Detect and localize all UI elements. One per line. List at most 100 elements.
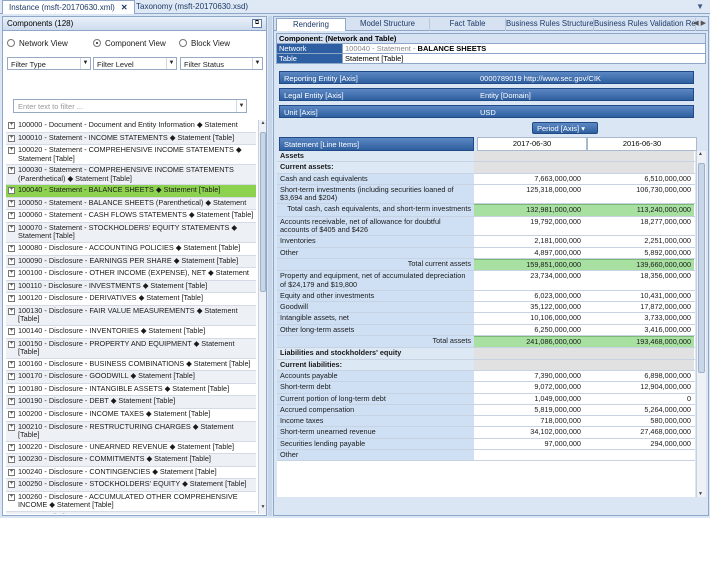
cell-2016[interactable] — [584, 348, 694, 359]
expand-icon[interactable]: + — [8, 443, 15, 451]
cell-2016[interactable]: 3,733,000,000 — [584, 313, 694, 324]
tree-item[interactable]: +100260 - Disclosure - ACCUMULATED OTHER… — [6, 491, 256, 512]
expand-icon[interactable]: + — [8, 199, 15, 207]
expand-icon[interactable]: + — [8, 257, 15, 265]
tree-item[interactable]: +100000 - Document - Document and Entity… — [6, 120, 256, 133]
tree-item[interactable]: +100080 - Disclosure - ACCOUNTING POLICI… — [6, 242, 256, 256]
pin-icon[interactable]: ⧉ — [252, 19, 262, 28]
expand-icon[interactable]: + — [8, 212, 15, 220]
cell-2017[interactable]: 4,897,000,000 — [474, 247, 584, 258]
cell-2016[interactable]: 106,730,000,000 — [584, 184, 694, 204]
cell-2016[interactable] — [584, 450, 694, 461]
cell-2016[interactable]: 3,416,000,000 — [584, 324, 694, 336]
radio-component-view[interactable]: Component View — [93, 39, 166, 48]
cell-2017[interactable]: 2,181,000,000 — [474, 236, 584, 247]
cell-2017[interactable]: 97,000,000 — [474, 438, 584, 450]
cell-2016[interactable]: 10,431,000,000 — [584, 290, 694, 302]
tree-item[interactable]: +100050 - Statement - BALANCE SHEETS (Pa… — [6, 197, 256, 211]
cell-2017[interactable]: 125,318,000,000 — [474, 184, 584, 204]
scroll-up-icon[interactable]: ▲ — [698, 151, 703, 157]
panel-splitter[interactable] — [268, 16, 272, 516]
expand-icon[interactable]: + — [8, 187, 15, 195]
chevron-down-icon[interactable]: ▼ — [236, 100, 246, 112]
tree-item[interactable]: +100100 - Disclosure - OTHER INCOME (EXP… — [6, 268, 256, 281]
tree-item[interactable]: +100150 - Disclosure - PROPERTY AND EQUI… — [6, 338, 256, 359]
tree-item[interactable]: +100210 - Disclosure - RESTRUCTURING CHA… — [6, 421, 256, 442]
cell-2016[interactable]: 0 — [584, 393, 694, 404]
tab-scroll-arrows-icon[interactable]: ◀ ▶ — [693, 19, 706, 27]
tree-item[interactable]: +100160 - Disclosure - BUSINESS COMBINAT… — [6, 358, 256, 372]
tree-item[interactable]: +100020 - Statement - COMPREHENSIVE INCO… — [6, 145, 256, 166]
cell-2016[interactable]: 18,277,000,000 — [584, 216, 694, 236]
expand-icon[interactable]: + — [8, 295, 15, 303]
scroll-thumb[interactable] — [698, 163, 705, 373]
cell-2017[interactable]: 19,792,000,000 — [474, 216, 584, 236]
tree-item[interactable]: +100120 - Disclosure - DERIVATIVES ◆ Sta… — [6, 293, 256, 306]
tree-item[interactable]: +100090 - Disclosure - EARNINGS PER SHAR… — [6, 255, 256, 269]
cell-2017[interactable]: 10,106,000,000 — [474, 313, 584, 324]
cell-2016[interactable] — [584, 359, 694, 370]
tree-item[interactable]: +100200 - Disclosure - INCOME TAXES ◆ St… — [6, 408, 256, 422]
axis-unit[interactable]: Unit [Axis] USD — [279, 105, 694, 118]
cell-2017[interactable]: 34,102,000,000 — [474, 427, 584, 438]
expand-icon[interactable]: + — [8, 410, 15, 418]
expand-icon[interactable]: + — [8, 224, 15, 232]
expand-icon[interactable]: + — [8, 147, 15, 155]
cell-2016[interactable]: 113,240,000,000 — [584, 204, 694, 216]
tree-item[interactable]: +100030 - Statement - COMPREHENSIVE INCO… — [6, 165, 256, 186]
cell-2017[interactable] — [474, 348, 584, 359]
expand-icon[interactable]: + — [8, 122, 15, 129]
tree-item[interactable]: +100110 - Disclosure - INVESTMENTS ◆ Sta… — [6, 280, 256, 294]
tab-instance[interactable]: Instance (msft-20170630.xml) ✕ — [2, 0, 135, 14]
period-axis-button[interactable]: Period [Axis] ▾ — [532, 122, 598, 134]
tree-item[interactable]: +100240 - Disclosure - CONTINGENCIES ◆ S… — [6, 466, 256, 480]
filter-search-input[interactable]: Enter text to filter ... ▼ — [13, 99, 247, 113]
expand-icon[interactable]: + — [8, 327, 15, 335]
scroll-down-icon[interactable]: ▼ — [259, 504, 267, 514]
tree-item[interactable]: +100040 - Statement - BALANCE SHEETS ◆ S… — [6, 185, 256, 198]
tree-item[interactable]: +100230 - Disclosure - COMMITMENTS ◆ Sta… — [6, 454, 256, 467]
tree-item[interactable]: +100010 - Statement - INCOME STATEMENTS … — [6, 132, 256, 146]
tree-item[interactable]: +100250 - Disclosure - STOCKHOLDERS' EQU… — [6, 479, 256, 492]
cell-2017[interactable]: 5,819,000,000 — [474, 404, 584, 416]
cell-2017[interactable] — [474, 359, 584, 370]
tab-rendering[interactable]: Rendering — [276, 18, 346, 31]
statement-line-items-header[interactable]: Statement [Line Items] — [279, 137, 474, 151]
close-icon[interactable]: ✕ — [121, 3, 128, 12]
cell-2017[interactable]: 6,023,000,000 — [474, 290, 584, 302]
expand-icon[interactable]: + — [8, 456, 15, 464]
tree-item[interactable]: +100190 - Disclosure - DEBT ◆ Statement … — [6, 396, 256, 409]
expand-icon[interactable]: + — [8, 423, 15, 431]
cell-2016[interactable]: 18,356,000,000 — [584, 271, 694, 290]
cell-2017[interactable]: 241,086,000,000 — [474, 336, 584, 348]
axis-legal-entity[interactable]: Legal Entity [Axis] Entity [Domain] — [279, 88, 694, 101]
radio-network-view[interactable]: Network View — [7, 39, 68, 48]
cell-2017[interactable]: 6,250,000,000 — [474, 324, 584, 336]
tree-item[interactable]: +100070 - Statement - STOCKHOLDERS' EQUI… — [6, 222, 256, 243]
tab-fact-table[interactable]: Fact Table — [430, 18, 506, 31]
cell-2016[interactable]: 2,251,000,000 — [584, 236, 694, 247]
cell-2017[interactable]: 7,390,000,000 — [474, 370, 584, 382]
expand-icon[interactable]: + — [8, 385, 15, 393]
expand-icon[interactable]: + — [8, 493, 15, 501]
expand-icon[interactable]: + — [8, 134, 15, 142]
tree-scrollbar[interactable]: ▲ ▼ — [258, 120, 266, 514]
scroll-down-icon[interactable]: ▼ — [698, 491, 703, 497]
scroll-up-icon[interactable]: ▲ — [259, 120, 267, 130]
expand-icon[interactable]: + — [8, 244, 15, 252]
tree-item[interactable]: +100270 - Disclosure - EMPLOYEE STOCK AN… — [6, 511, 256, 514]
tab-business-rules-validation[interactable]: Business Rules Validation Re — [594, 18, 696, 31]
expand-icon[interactable]: + — [8, 167, 15, 175]
cell-2017[interactable]: 9,072,000,000 — [474, 382, 584, 393]
filter-type-select[interactable]: Filter Type ▼ — [7, 57, 91, 70]
cell-2017[interactable] — [474, 162, 584, 173]
expand-icon[interactable]: + — [8, 468, 15, 476]
tree-item[interactable]: +100170 - Disclosure - GOODWILL ◆ Statem… — [6, 371, 256, 384]
expand-icon[interactable]: + — [8, 340, 15, 348]
cell-2016[interactable]: 5,264,000,000 — [584, 404, 694, 416]
cell-2016[interactable]: 27,468,000,000 — [584, 427, 694, 438]
cell-2017[interactable]: 718,000,000 — [474, 416, 584, 427]
radio-block-view[interactable]: Block View — [179, 39, 230, 48]
tab-taxonomy[interactable]: Taxonomy (msft-20170630.xsd) — [130, 0, 254, 14]
cell-2017[interactable]: 7,663,000,000 — [474, 173, 584, 184]
